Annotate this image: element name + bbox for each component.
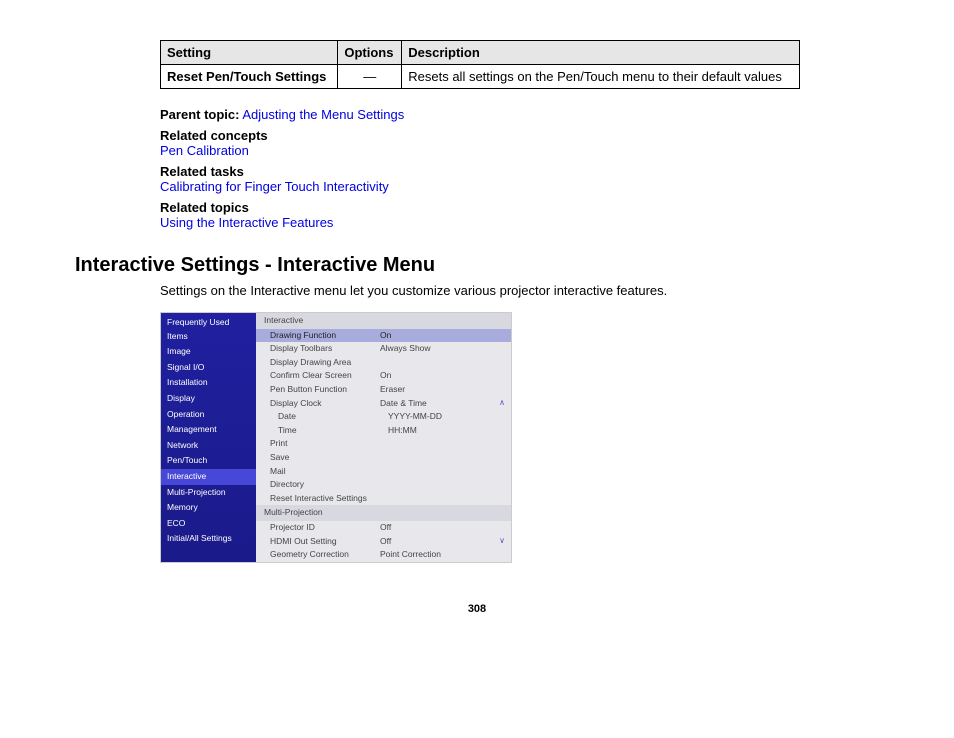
menu-row-label: Date <box>278 410 388 424</box>
menu-row[interactable]: HDMI Out SettingOff∨ <box>256 535 511 549</box>
parent-topic-link[interactable]: Adjusting the Menu Settings <box>242 107 404 122</box>
sidebar-item[interactable]: Frequently Used Items <box>161 315 256 344</box>
sidebar-item[interactable]: Network <box>161 438 256 454</box>
menu-row-label: Time <box>278 424 388 438</box>
menu-row-value <box>380 356 503 370</box>
menu-row-label: Save <box>270 451 380 465</box>
cell-description: Resets all settings on the Pen/Touch men… <box>402 65 800 89</box>
menu-row-value <box>380 465 503 479</box>
menu-row-value: Point Correction <box>380 548 503 562</box>
related-tasks-label: Related tasks <box>160 164 244 179</box>
sidebar-item[interactable]: Operation <box>161 407 256 423</box>
menu-row[interactable]: TimeHH:MM <box>256 424 511 438</box>
sidebar-item[interactable]: Pen/Touch <box>161 453 256 469</box>
menu-screenshot: Frequently Used ItemsImageSignal I/OInst… <box>160 312 512 563</box>
related-topics-label: Related topics <box>160 200 249 215</box>
menu-row-label: Mail <box>270 465 380 479</box>
related-tasks-link[interactable]: Calibrating for Finger Touch Interactivi… <box>160 179 389 194</box>
menu-row[interactable]: Display ToolbarsAlways Show <box>256 342 511 356</box>
related-concepts-link[interactable]: Pen Calibration <box>160 143 249 158</box>
menu-row[interactable]: Save <box>256 451 511 465</box>
menu-row-value: Off <box>380 521 503 535</box>
menu-row[interactable]: Print <box>256 437 511 451</box>
parent-topic-label: Parent topic: <box>160 107 239 122</box>
menu-row[interactable]: DateYYYY-MM-DD <box>256 410 511 424</box>
menu-row-label: Print <box>270 437 380 451</box>
menu-row-value <box>380 451 503 465</box>
sidebar-item[interactable]: ECO <box>161 516 256 532</box>
menu-row[interactable]: Projector IDOff <box>256 521 511 535</box>
menu-row-label: HDMI Out Setting <box>270 535 380 549</box>
menu-row-label: Drawing Function <box>270 329 380 343</box>
menu-row-label: Directory <box>270 478 380 492</box>
menu-row-label: Display Clock <box>270 397 380 411</box>
sidebar-item[interactable]: Signal I/O <box>161 360 256 376</box>
menu-row[interactable]: Directory <box>256 478 511 492</box>
chevron-down-icon: ∨ <box>499 535 505 548</box>
cell-setting: Reset Pen/Touch Settings <box>161 65 338 89</box>
settings-table: Setting Options Description Reset Pen/To… <box>160 40 800 89</box>
menu-row[interactable]: Mail <box>256 465 511 479</box>
menu-row-value: YYYY-MM-DD <box>388 410 503 424</box>
sidebar-item[interactable]: Interactive <box>161 469 256 485</box>
section-description: Settings on the Interactive menu let you… <box>160 283 800 298</box>
menu-row[interactable]: Display ClockDate & Time∧ <box>256 397 511 411</box>
sidebar-item[interactable]: Management <box>161 422 256 438</box>
section-heading: Interactive Settings - Interactive Menu <box>75 254 800 277</box>
sidebar-item[interactable]: Multi-Projection <box>161 485 256 501</box>
menu-row-value: On <box>380 329 503 343</box>
th-setting: Setting <box>161 41 338 65</box>
sidebar-item[interactable]: Display <box>161 391 256 407</box>
sidebar-item[interactable]: Installation <box>161 375 256 391</box>
menu-row[interactable]: Pen Button FunctionEraser <box>256 383 511 397</box>
th-description: Description <box>402 41 800 65</box>
menu-row-value: Eraser <box>380 383 503 397</box>
menu-row[interactable]: Reset Interactive Settings <box>256 492 511 506</box>
menu-row[interactable]: Confirm Clear ScreenOn <box>256 369 511 383</box>
menu-row-label: Display Drawing Area <box>270 356 380 370</box>
menu-row[interactable]: Display Drawing Area <box>256 356 511 370</box>
menu-row-label: Projector ID <box>270 521 380 535</box>
menu-row-value: HH:MM <box>388 424 503 438</box>
menu-row[interactable]: Drawing FunctionOn <box>256 329 511 343</box>
menu-row-value <box>380 437 503 451</box>
menu-section-header: Interactive <box>256 313 511 329</box>
menu-row[interactable]: Geometry CorrectionPoint Correction <box>256 548 511 562</box>
cell-options: — <box>338 65 402 89</box>
menu-row-label: Reset Interactive Settings <box>270 492 380 506</box>
page-number: 308 <box>60 603 894 615</box>
menu-section-header: Multi-Projection <box>256 505 511 521</box>
menu-row-value <box>380 492 503 506</box>
sidebar-item[interactable]: Initial/All Settings <box>161 531 256 547</box>
sidebar-item[interactable]: Memory <box>161 500 256 516</box>
menu-row-value <box>380 478 503 492</box>
menu-row-label: Display Toolbars <box>270 342 380 356</box>
menu-row-value: Off <box>380 535 503 549</box>
menu-row-label: Confirm Clear Screen <box>270 369 380 383</box>
related-concepts-label: Related concepts <box>160 128 268 143</box>
th-options: Options <box>338 41 402 65</box>
menu-row-label: Geometry Correction <box>270 548 380 562</box>
menu-row-label: Pen Button Function <box>270 383 380 397</box>
related-topics-link[interactable]: Using the Interactive Features <box>160 215 333 230</box>
table-row: Reset Pen/Touch Settings — Resets all se… <box>161 65 800 89</box>
menu-row-value: Always Show <box>380 342 503 356</box>
sidebar-item[interactable]: Image <box>161 344 256 360</box>
menu-row-value: On <box>380 369 503 383</box>
chevron-up-icon: ∧ <box>499 397 505 410</box>
menu-row-value: Date & Time <box>380 397 503 411</box>
